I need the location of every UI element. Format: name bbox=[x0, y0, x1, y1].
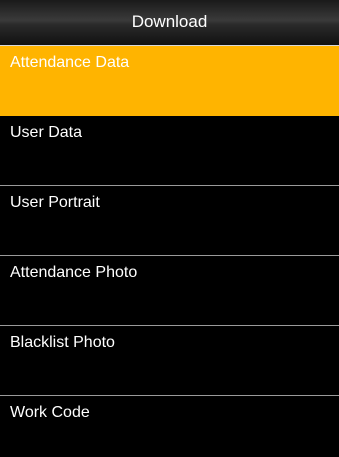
download-screen: Download Attendance Data User Data User … bbox=[0, 0, 339, 457]
download-menu: Attendance Data User Data User Portrait … bbox=[0, 46, 339, 457]
menu-item-attendance-photo[interactable]: Attendance Photo bbox=[0, 256, 339, 326]
menu-item-label: Work Code bbox=[10, 404, 90, 421]
menu-item-label: Blacklist Photo bbox=[10, 334, 115, 351]
menu-item-user-portrait[interactable]: User Portrait bbox=[0, 186, 339, 256]
menu-item-label: Attendance Photo bbox=[10, 264, 138, 281]
title-bar: Download bbox=[0, 0, 339, 46]
menu-item-label: User Portrait bbox=[10, 194, 100, 211]
page-title: Download bbox=[131, 12, 208, 31]
menu-item-blacklist-photo[interactable]: Blacklist Photo bbox=[0, 326, 339, 396]
menu-item-label: Attendance Data bbox=[10, 54, 130, 71]
menu-item-label: User Data bbox=[10, 124, 83, 141]
menu-item-work-code[interactable]: Work Code bbox=[0, 396, 339, 457]
menu-item-attendance-data[interactable]: Attendance Data bbox=[0, 46, 339, 116]
menu-item-user-data[interactable]: User Data bbox=[0, 116, 339, 186]
